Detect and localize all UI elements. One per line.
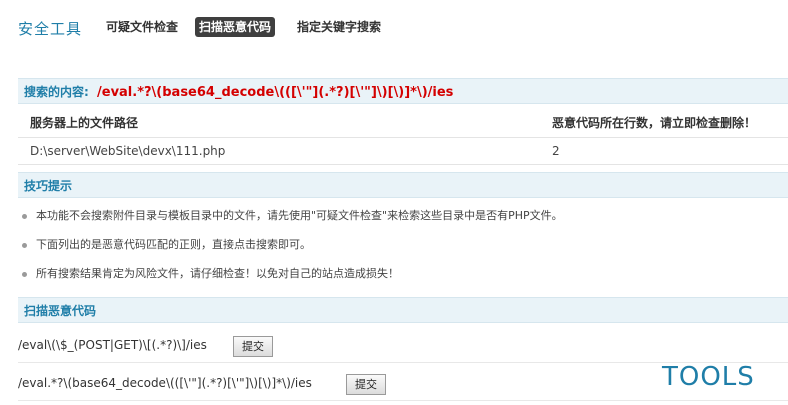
search-content-header: 搜索的内容: /eval.*?\(base64_decode\(([\'"](.… xyxy=(18,78,788,104)
tools-watermark: TOOLS xyxy=(662,362,755,392)
scan-pattern-row: /eval\(\$_(POST|GET)\[(.*?)\]/ies 提交 xyxy=(18,328,788,363)
tip-item: 所有搜索结果肯定为风险文件，请仔细检查！以免对自己的站点造成损失！ xyxy=(18,260,788,288)
tab-suspicious-file-check[interactable]: 可疑文件检查 xyxy=(102,17,182,37)
result-line-number: 2 xyxy=(552,144,560,158)
bullet-icon xyxy=(22,243,27,248)
scan-pattern-regex: /eval.*?\(base64_decode\(([\'"](.*?)[\'"… xyxy=(18,376,312,390)
tip-text: 所有搜索结果肯定为风险文件，请仔细检查！以免对自己的站点造成损失！ xyxy=(36,267,399,280)
column-header-file-path: 服务器上的文件路径 xyxy=(30,116,139,130)
tip-text: 下面列出的是恶意代码匹配的正则，直接点击搜索即可。 xyxy=(36,238,311,251)
results-table-header: 服务器上的文件路径 恶意代码所在行数，请立即检查删除！ xyxy=(18,110,788,138)
tip-item: 下面列出的是恶意代码匹配的正则，直接点击搜索即可。 xyxy=(18,231,788,259)
tip-text: 本功能不会搜索附件目录与模板目录中的文件，请先使用"可疑文件检查"来检索这些目录… xyxy=(36,209,563,222)
result-file-path: D:\server\WebSite\devx\111.php xyxy=(30,144,226,158)
tab-keyword-search[interactable]: 指定关键字搜索 xyxy=(293,17,385,37)
tips-header: 技巧提示 xyxy=(18,172,788,198)
bullet-icon xyxy=(22,272,27,277)
table-row: D:\server\WebSite\devx\111.php 2 xyxy=(18,138,788,165)
search-content-label: 搜索的内容: xyxy=(24,85,89,99)
scan-pattern-regex: /eval\(\$_(POST|GET)\[(.*?)\]/ies xyxy=(18,338,207,352)
app-title: 安全工具 xyxy=(18,20,83,38)
bullet-icon xyxy=(22,214,27,219)
submit-button[interactable]: 提交 xyxy=(233,336,273,357)
tip-item: 本功能不会搜索附件目录与模板目录中的文件，请先使用"可疑文件检查"来检索这些目录… xyxy=(18,202,788,230)
scan-code-header: 扫描恶意代码 xyxy=(18,297,788,323)
top-navigation: 安全工具 可疑文件检查 扫描恶意代码 指定关键字搜索 xyxy=(0,0,788,56)
submit-button[interactable]: 提交 xyxy=(346,374,386,395)
column-header-line-number: 恶意代码所在行数，请立即检查删除！ xyxy=(552,116,757,130)
tab-scan-malicious-code[interactable]: 扫描恶意代码 xyxy=(195,17,276,37)
search-pattern-text: /eval.*?\(base64_decode\(([\'"](.*?)[\'"… xyxy=(97,85,454,100)
